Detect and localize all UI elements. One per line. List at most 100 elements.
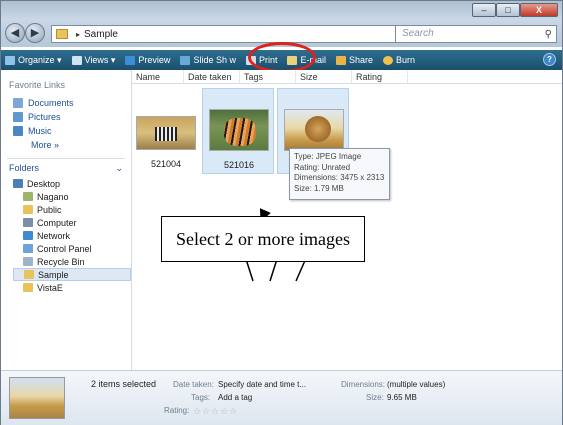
- folder-tree: Desktop Nagano Public Computer Network C…: [1, 177, 131, 294]
- tree-item-nagano[interactable]: Nagano: [13, 190, 131, 203]
- column-header-rating[interactable]: Rating: [352, 70, 408, 83]
- tree-label: Recycle Bin: [37, 256, 85, 267]
- preview-button[interactable]: Preview: [125, 55, 170, 65]
- forward-arrow-icon: ▶: [30, 27, 40, 39]
- chevron-down-icon: ⌄: [115, 163, 123, 173]
- tree-item-control-panel[interactable]: Control Panel: [13, 242, 131, 255]
- slideshow-button[interactable]: Slide Sh w: [180, 55, 236, 65]
- address-bar[interactable]: ▸ Sample ▾: [51, 25, 406, 43]
- tree-label: Computer: [37, 217, 77, 228]
- favorite-label: Documents: [28, 98, 74, 108]
- size-label: Size:: [366, 393, 384, 402]
- print-highlight-ellipse: [248, 42, 316, 73]
- network-icon: [23, 231, 33, 240]
- folder-icon: [56, 29, 68, 39]
- tree-item-network[interactable]: Network: [13, 229, 131, 242]
- preview-label: Preview: [138, 55, 171, 65]
- search-icon[interactable]: ⚲: [545, 27, 552, 43]
- tags-value[interactable]: Add a tag: [218, 393, 252, 402]
- dimensions-label: Dimensions:: [341, 380, 386, 389]
- control-panel-icon: [23, 244, 33, 253]
- date-taken-value[interactable]: Specify date and time t...: [218, 380, 306, 389]
- tree-item-recycle-bin[interactable]: Recycle Bin: [13, 255, 131, 268]
- tree-label: Control Panel: [37, 243, 92, 254]
- size-value: 9.65 MB: [387, 393, 417, 402]
- tags-label: Tags:: [191, 393, 211, 402]
- maximize-button[interactable]: □: [496, 3, 520, 17]
- favorite-music[interactable]: Music: [1, 124, 131, 138]
- tree-item-computer[interactable]: Computer: [13, 216, 131, 229]
- selection-count: 2 items selected: [91, 379, 157, 389]
- slideshow-label: Slide Sh w: [193, 55, 236, 65]
- tree-item-desktop[interactable]: Desktop: [13, 177, 131, 190]
- close-button[interactable]: X: [520, 3, 558, 17]
- explorer-window: – □ X ◀ ▶ ▸ Sample ▾ Search ⚲ Organize ▾…: [0, 0, 563, 425]
- organize-button[interactable]: Organize ▾: [5, 55, 62, 66]
- zebra-thumbnail: [136, 116, 196, 150]
- help-icon[interactable]: ?: [543, 53, 556, 66]
- tree-item-sample[interactable]: Sample: [13, 268, 131, 281]
- music-icon: [13, 126, 23, 136]
- folder-icon: [24, 270, 34, 279]
- tree-label: Network: [37, 230, 71, 241]
- documents-icon: [13, 98, 23, 108]
- tree-item-public[interactable]: Public: [13, 203, 131, 216]
- dimensions-value: (multiple values): [387, 380, 446, 389]
- rating-stars[interactable]: ☆☆☆☆☆: [193, 406, 238, 417]
- tree-label: Sample: [38, 269, 69, 280]
- file-tile-zebra[interactable]: 521004: [130, 88, 202, 174]
- column-header-tags[interactable]: Tags: [240, 70, 296, 83]
- tooltip-type: Type: JPEG Image: [294, 152, 362, 161]
- file-tile-tiger[interactable]: 521016: [202, 88, 274, 174]
- column-header-date-taken[interactable]: Date taken: [184, 70, 240, 83]
- burn-button[interactable]: Burn: [383, 55, 415, 65]
- column-header-name[interactable]: Name: [132, 70, 184, 83]
- tiger-thumbnail: [209, 109, 269, 151]
- tree-label: Desktop: [27, 178, 61, 189]
- tree-item-vistae[interactable]: VistaE: [13, 281, 131, 294]
- more-link[interactable]: More »: [1, 138, 131, 152]
- folder-icon: [23, 205, 33, 214]
- tree-label: Nagano: [37, 191, 69, 202]
- preview-icon: [125, 55, 136, 65]
- folders-toggle[interactable]: Folders ⌄: [1, 163, 131, 177]
- search-placeholder: Search: [402, 28, 434, 39]
- favorite-label: Pictures: [28, 112, 61, 122]
- column-headers: Name Date taken Tags Size Rating: [132, 70, 562, 84]
- favorite-pictures[interactable]: Pictures: [1, 110, 131, 124]
- favorite-links-heading: Favorite Links: [9, 80, 66, 90]
- share-icon: [336, 55, 346, 65]
- window-controls: – □ X: [472, 3, 558, 17]
- navigation-pane: Favorite Links Documents Pictures Music …: [1, 70, 132, 370]
- computer-icon: [23, 218, 33, 227]
- share-button[interactable]: Share: [336, 55, 373, 65]
- search-input[interactable]: Search ⚲: [395, 25, 557, 43]
- pictures-icon: [13, 112, 23, 122]
- forward-button[interactable]: ▶: [25, 23, 45, 43]
- slideshow-icon: [180, 55, 191, 65]
- rating-label: Rating:: [164, 406, 190, 415]
- column-header-size[interactable]: Size: [296, 70, 352, 83]
- address-path: Sample: [84, 28, 118, 40]
- tree-label: Public: [37, 204, 62, 215]
- instruction-callout: Select 2 or more images: [161, 216, 365, 262]
- favorite-documents[interactable]: Documents: [1, 96, 131, 110]
- tree-label: VistaE: [37, 282, 63, 293]
- organize-label: Organize ▾: [18, 54, 62, 65]
- back-button[interactable]: ◀: [5, 23, 25, 43]
- minimize-button[interactable]: –: [472, 3, 496, 17]
- lion-thumbnail: [284, 109, 344, 151]
- back-arrow-icon: ◀: [10, 27, 20, 39]
- disc-icon: [383, 55, 394, 65]
- recycle-bin-icon: [23, 257, 33, 266]
- details-pane: 2 items selected Date taken: Specify dat…: [1, 370, 562, 425]
- details-thumbnail: [9, 377, 65, 419]
- share-label: Share: [349, 55, 374, 65]
- views-button[interactable]: Views ▾: [71, 55, 115, 66]
- folders-label: Folders: [9, 163, 40, 173]
- views-icon: [71, 55, 82, 65]
- file-list: Name Date taken Tags Size Rating 521004 …: [132, 70, 562, 370]
- date-taken-label: Date taken:: [173, 380, 214, 389]
- desktop-icon: [13, 179, 23, 188]
- title-bar: – □ X ◀ ▶ ▸ Sample ▾ Search ⚲: [1, 1, 562, 47]
